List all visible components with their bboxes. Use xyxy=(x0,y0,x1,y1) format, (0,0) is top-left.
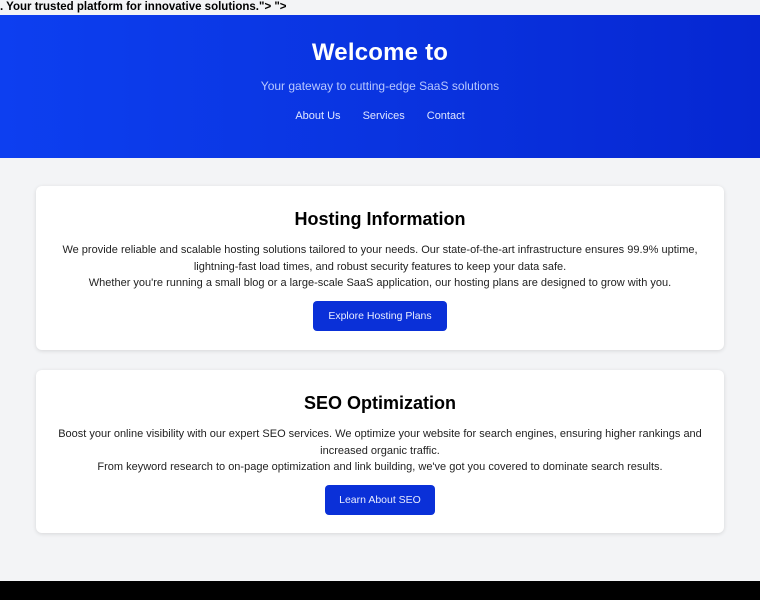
hero-header: Welcome to Your gateway to cutting-edge … xyxy=(0,15,760,158)
hero-tagline: Your gateway to cutting-edge SaaS soluti… xyxy=(260,79,500,93)
seo-card: SEO Optimization Boost your online visib… xyxy=(36,370,724,533)
seo-description-line-1: Boost your online visibility with our ex… xyxy=(58,428,702,457)
hosting-description-line-2: Whether you're running a small blog or a… xyxy=(88,277,672,289)
seo-description: Boost your online visibility with our ex… xyxy=(36,426,724,476)
hero-title: Welcome to xyxy=(311,39,449,66)
nav-link-contact[interactable]: Contact xyxy=(427,110,465,122)
hosting-title: Hosting Information xyxy=(294,209,466,229)
nav-link-services[interactable]: Services xyxy=(363,110,405,122)
hosting-card: Hosting Information We provide reliable … xyxy=(36,186,724,350)
nav-link-about-us[interactable]: About Us xyxy=(295,110,340,122)
main-nav: About Us Services Contact xyxy=(0,110,760,122)
learn-about-seo-button[interactable]: Learn About SEO xyxy=(325,484,435,515)
leaked-markup-text: . Your trusted platform for innovative s… xyxy=(0,0,760,15)
hosting-description-line-1: We provide reliable and scalable hosting… xyxy=(62,244,698,273)
page-footer xyxy=(0,581,760,600)
hosting-description: We provide reliable and scalable hosting… xyxy=(36,242,724,292)
explore-hosting-plans-button[interactable]: Explore Hosting Plans xyxy=(313,300,447,331)
seo-description-line-2: From keyword research to on-page optimiz… xyxy=(97,461,663,473)
seo-title: SEO Optimization xyxy=(303,393,456,413)
